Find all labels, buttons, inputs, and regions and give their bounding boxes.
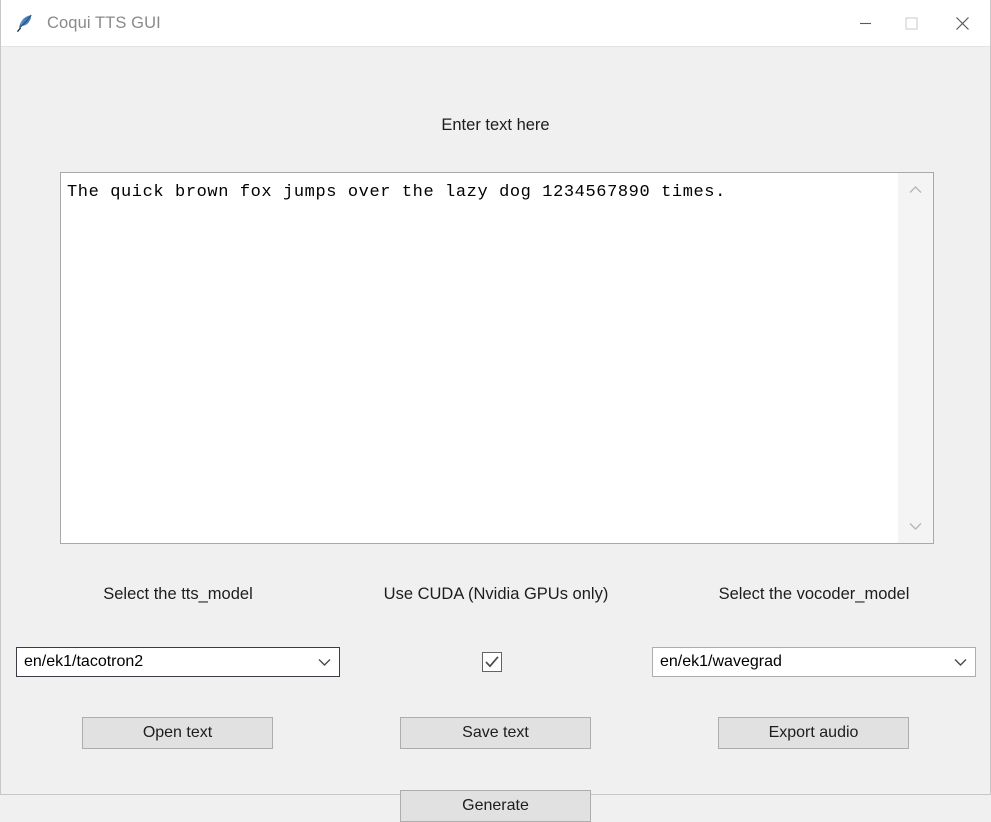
open-text-button[interactable]: Open text — [82, 717, 273, 749]
tts-model-select[interactable]: en/ek1/tacotron2 — [16, 647, 340, 677]
feather-icon — [12, 10, 38, 36]
window-title: Coqui TTS GUI — [47, 13, 161, 32]
vocoder-model-selected-value: en/ek1/wavegrad — [660, 653, 782, 670]
minimize-button[interactable] — [842, 0, 888, 47]
minimize-icon — [859, 22, 871, 25]
scroll-down-button[interactable] — [898, 515, 934, 537]
export-audio-button[interactable]: Export audio — [718, 717, 909, 749]
save-text-button[interactable]: Save text — [400, 717, 591, 749]
close-icon — [955, 17, 969, 30]
chevron-down-icon — [954, 659, 966, 666]
maximize-icon — [904, 17, 918, 30]
use-cuda-label: Use CUDA (Nvidia GPUs only) — [383, 585, 609, 603]
text-input[interactable] — [61, 173, 897, 543]
text-input-scrollbar[interactable] — [897, 173, 933, 543]
use-cuda-checkbox[interactable] — [482, 652, 502, 672]
scroll-up-button[interactable] — [898, 179, 934, 201]
text-area-label: Enter text here — [441, 116, 550, 134]
chevron-down-icon — [318, 659, 330, 666]
close-button[interactable] — [934, 0, 990, 47]
maximize-button[interactable] — [888, 0, 934, 47]
tts-model-dropdown-arrow[interactable] — [309, 657, 339, 667]
chevron-up-icon — [909, 186, 922, 193]
application-window: Coqui TTS GUI Enter text here The quick … — [0, 0, 991, 822]
chevron-down-icon — [909, 523, 922, 530]
vocoder-model-dropdown-arrow[interactable] — [945, 657, 975, 667]
tts-model-label: Select the tts_model — [103, 585, 253, 603]
text-input-container — [60, 172, 934, 544]
checkmark-icon — [485, 656, 499, 668]
vocoder-model-select[interactable]: en/ek1/wavegrad — [652, 647, 976, 677]
vocoder-model-label: Select the vocoder_model — [718, 585, 910, 603]
main-content: Enter text here Select the tts_model Use… — [1, 47, 990, 822]
tts-model-selected-value: en/ek1/tacotron2 — [24, 653, 144, 670]
title-bar: Coqui TTS GUI — [1, 0, 990, 47]
window-controls — [842, 0, 990, 47]
